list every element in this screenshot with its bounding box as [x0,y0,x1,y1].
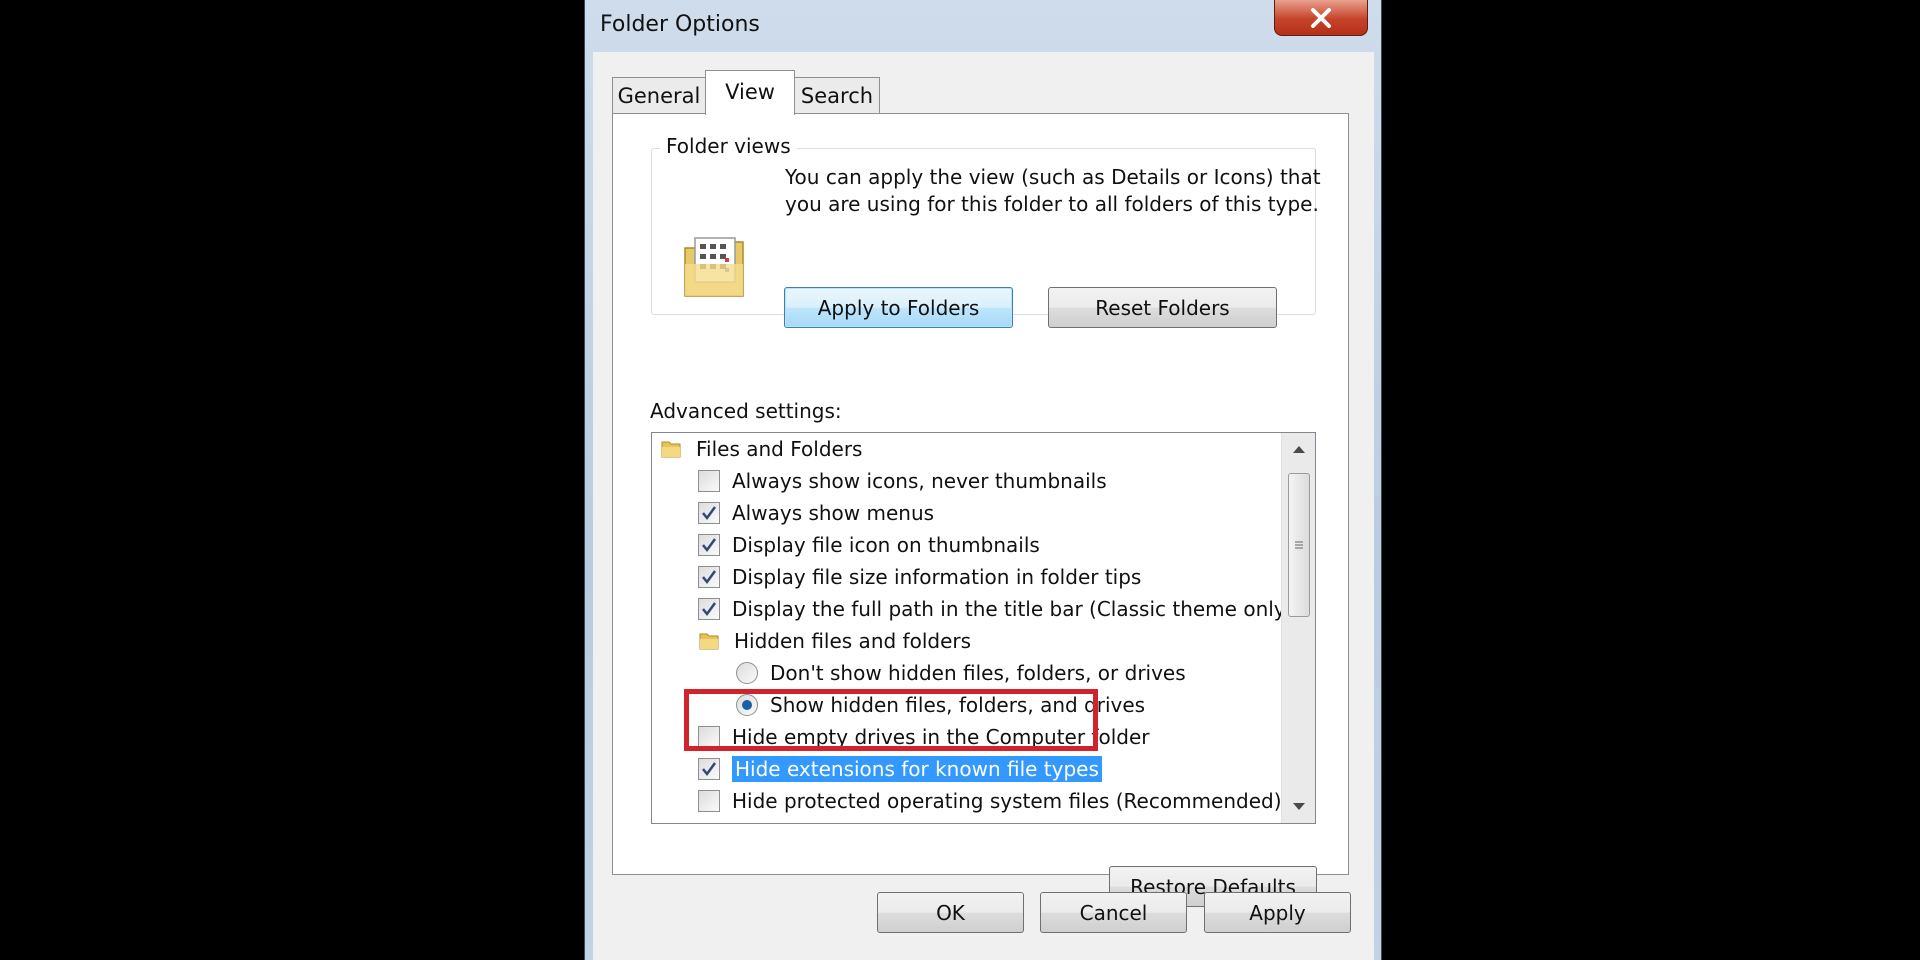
list-item-checkbox-selected[interactable]: Hide extensions for known file types [698,753,1102,785]
list-item-label: Hide empty drives in the Computer folder [732,725,1150,749]
advanced-settings-label: Advanced settings: [650,399,842,423]
list-item-label: Display file icon on thumbnails [732,533,1040,557]
tab-search[interactable]: Search [794,77,880,113]
apply-label: Apply [1249,900,1306,925]
list-item-label: Hidden files and folders [734,629,972,653]
folder-views-icon [684,237,744,297]
list-item-label: Always show icons, never thumbnails [732,469,1107,493]
list-item-radio[interactable]: Show hidden files, folders, and drives [736,689,1145,721]
list-item-label: Don't show hidden files, folders, or dri… [770,661,1186,685]
list-item-label: Always show menus [732,501,935,525]
view-tab-panel: Folder views You can apply the view (suc… [612,113,1349,907]
tab-view-label: View [725,80,775,104]
list-scrollbar[interactable] [1281,433,1315,823]
list-item-label: Hide extensions for known file types [732,756,1102,782]
ok-label: OK [936,900,965,925]
tab-general-label: General [617,83,701,108]
scroll-down-button[interactable] [1282,791,1315,823]
tree-folder-hidden-files[interactable]: Hidden files and folders [698,625,971,657]
checkbox[interactable] [698,534,720,556]
checkbox[interactable] [698,470,720,492]
checkmark-icon [702,762,717,777]
cancel-label: Cancel [1079,900,1148,925]
title-bar[interactable]: Folder Options [585,0,1381,52]
folder-icon [661,441,681,458]
tab-general[interactable]: General [612,77,706,113]
list-item-radio[interactable]: Don't show hidden files, folders, or dri… [736,657,1186,689]
list-item-label: Hide protected operating system files (R… [732,789,1282,813]
apply-to-folders-button[interactable]: Apply to Folders [784,287,1013,328]
list-item-checkbox[interactable]: Display file icon on thumbnails [698,529,1040,561]
checkbox[interactable] [698,566,720,588]
checkmark-icon [702,570,717,585]
apply-button[interactable]: Apply [1204,892,1351,933]
list-item-label: Display file size information in folder … [732,565,1142,589]
apply-to-folders-label: Apply to Folders [817,295,980,320]
window-title: Folder Options [600,12,760,37]
tab-search-label: Search [800,83,874,108]
close-button[interactable] [1274,0,1368,36]
cancel-button[interactable]: Cancel [1040,892,1187,933]
list-item-checkbox[interactable]: Always show menus [698,497,934,529]
folder-views-legend: Folder views [660,134,797,158]
radio-button[interactable] [736,694,758,716]
list-item-label: Display the full path in the title bar (… [732,597,1294,621]
checkbox[interactable] [698,758,720,780]
list-item-checkbox[interactable]: Display the full path in the title bar (… [698,593,1293,625]
chevron-down-icon [1293,803,1305,810]
reset-folders-label: Reset Folders [1095,295,1230,320]
dialog-client: General View Search Folder views You can… [593,52,1374,960]
checkbox[interactable] [698,502,720,524]
folder-views-description: You can apply the view (such as Details … [785,165,1321,216]
list-item-checkbox[interactable]: Display file size information in folder … [698,561,1141,593]
checkmark-icon [702,602,717,617]
checkmark-icon [702,506,717,521]
reset-folders-button[interactable]: Reset Folders [1048,287,1277,328]
list-item-checkbox[interactable]: Hide protected operating system files (R… [698,785,1282,817]
folder-icon [699,633,719,650]
checkbox[interactable] [698,598,720,620]
advanced-settings-list[interactable]: Files and Folders Always show icons, nev… [651,432,1316,824]
checkmark-icon [702,538,717,553]
list-item-checkbox[interactable]: Always show icons, never thumbnails [698,465,1107,497]
list-item-label: Show hidden files, folders, and drives [770,693,1146,717]
checkbox[interactable] [698,726,720,748]
tab-view[interactable]: View [705,70,795,115]
list-item-checkbox[interactable]: Hide empty drives in the Computer folder [698,721,1149,753]
ok-button[interactable]: OK [877,892,1024,933]
scroll-thumb[interactable] [1288,473,1310,617]
checkbox[interactable] [698,790,720,812]
scroll-up-button[interactable] [1282,433,1315,465]
list-item-label: Files and Folders [696,437,863,461]
radio-dot-icon [742,700,752,710]
folder-options-window: Folder Options General View Search Folde… [584,0,1382,960]
radio-button[interactable] [736,662,758,684]
grip-icon [1295,541,1303,549]
tree-folder-files-and-folders[interactable]: Files and Folders [660,433,862,465]
close-icon [1311,7,1331,28]
chevron-up-icon [1293,446,1305,453]
